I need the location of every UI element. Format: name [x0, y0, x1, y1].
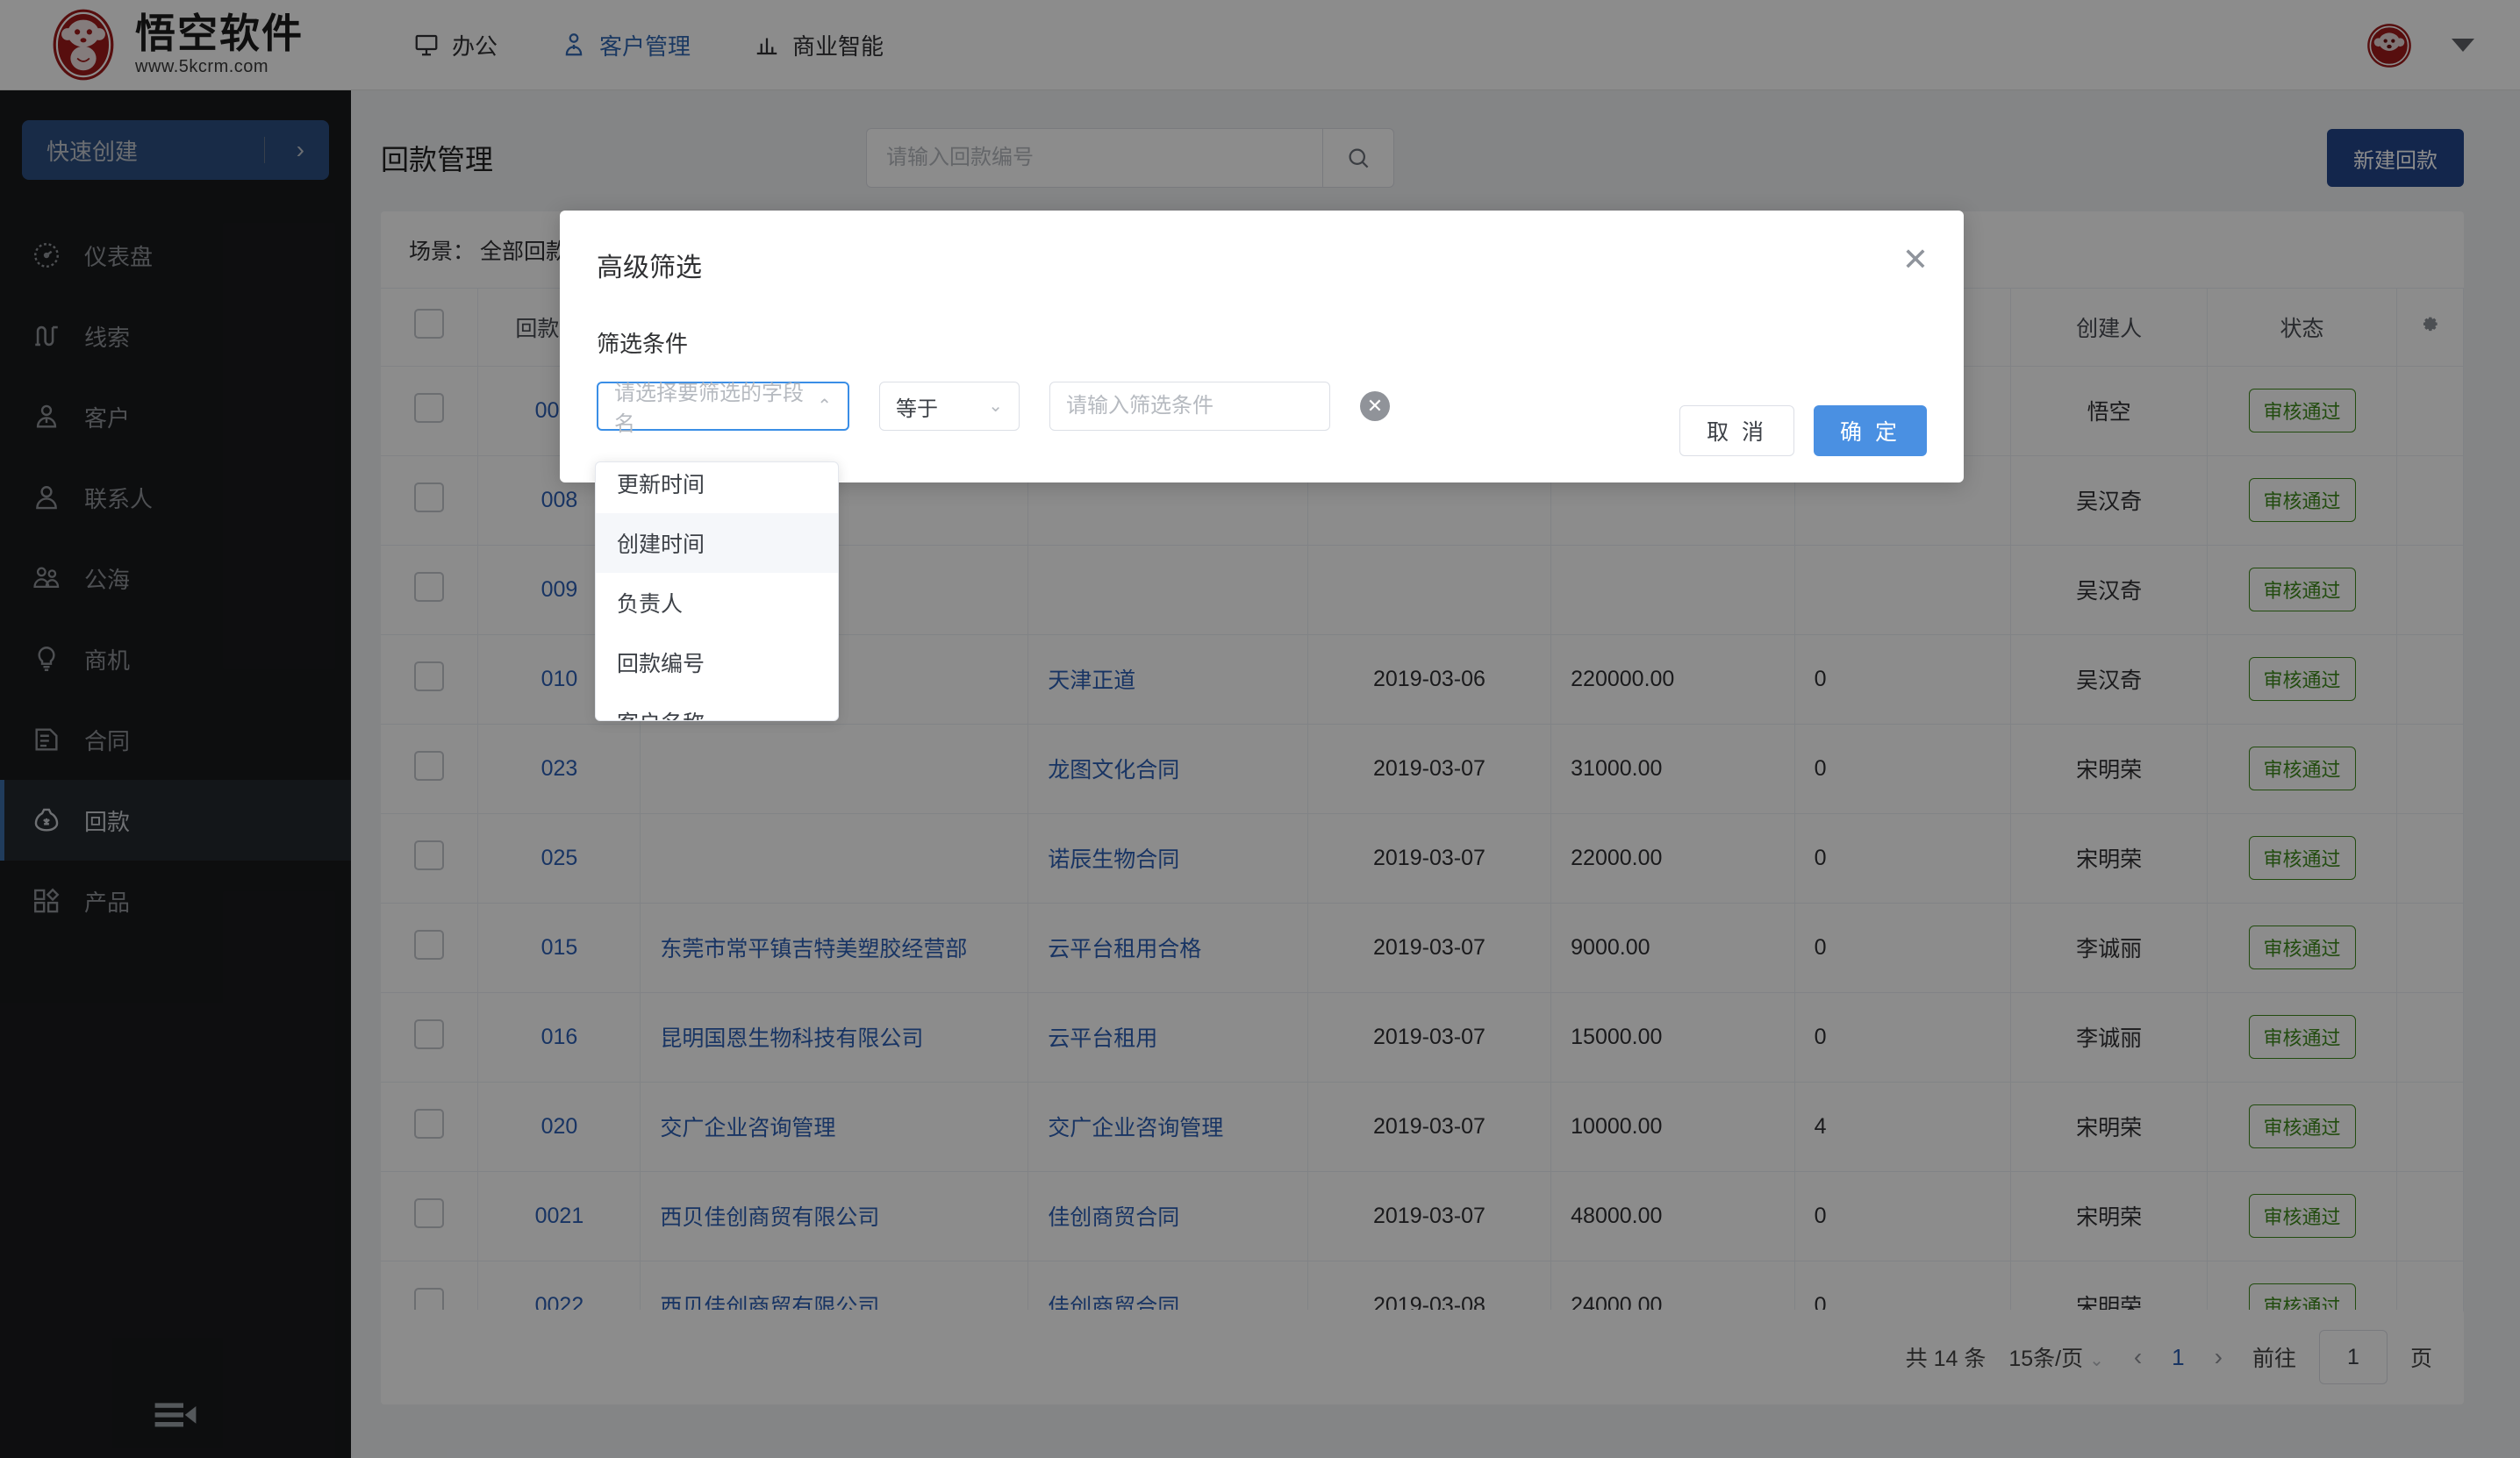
dropdown-option-payment-no[interactable]: 回款编号	[596, 633, 838, 692]
cancel-button[interactable]: 取 消	[1679, 405, 1795, 456]
dropdown-option-customer-name[interactable]: 客户名称	[596, 692, 838, 720]
filter-field-placeholder: 请选择要筛选的字段名	[614, 382, 804, 436]
remove-condition-button[interactable]: ✕	[1360, 391, 1390, 421]
filter-condition-input[interactable]	[1049, 382, 1330, 431]
dialog-title: 高级筛选	[597, 254, 702, 282]
filter-field-dropdown: 更新时间 创建时间 负责人 回款编号 客户名称 合同编号 回款日期 回款方式	[595, 461, 839, 721]
dropdown-option-create-time[interactable]: 创建时间	[596, 513, 838, 573]
filter-operator-select[interactable]: 等于 ⌄	[879, 382, 1020, 431]
chevron-down-icon: ⌄	[988, 397, 1003, 416]
advanced-filter-dialog: 高级筛选 ✕ 筛选条件 请选择要筛选的字段名 ⌃ 等于 ⌄ ✕ 取 消 确 定	[560, 211, 1964, 482]
close-icon[interactable]: ✕	[1902, 244, 1929, 275]
dropdown-option-update-time[interactable]: 更新时间	[596, 462, 838, 513]
dropdown-option-owner[interactable]: 负责人	[596, 573, 838, 633]
dialog-footer: 取 消 确 定	[1679, 405, 1927, 456]
filter-field-select[interactable]: 请选择要筛选的字段名 ⌃	[597, 382, 849, 436]
app-root: 悟空软件 www.5kcrm.com 办公 客户管理 商业智能 快速创建 › 仪…	[0, 0, 2520, 1458]
chevron-up-icon: ⌃	[817, 397, 832, 416]
filter-operator-value: 等于	[896, 397, 938, 421]
confirm-button[interactable]: 确 定	[1814, 405, 1927, 456]
filter-section-label: 筛选条件	[597, 331, 689, 357]
